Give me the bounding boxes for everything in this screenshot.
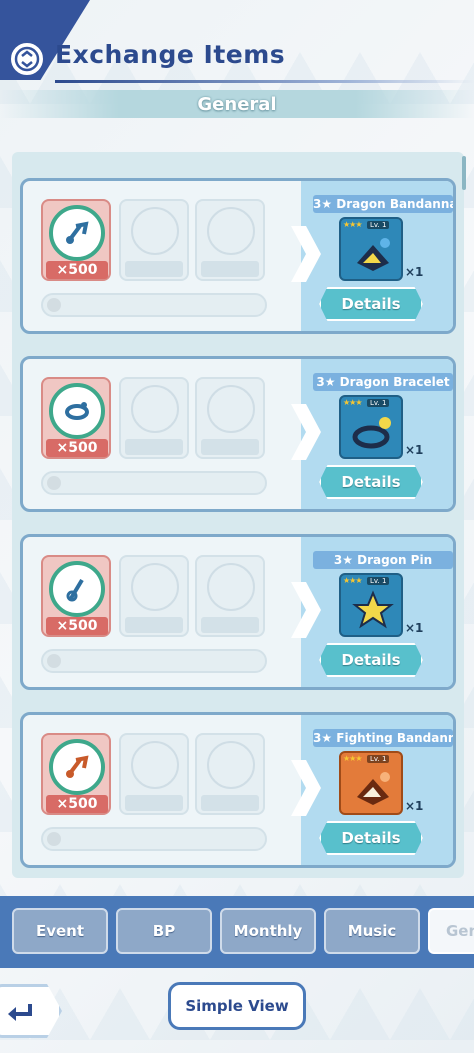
- details-button[interactable]: Details: [319, 465, 423, 499]
- reward-level: Lv. 1: [367, 221, 390, 229]
- star-rating-icon: ★★★: [343, 220, 362, 229]
- pin-icon: [352, 590, 394, 629]
- reward-item[interactable]: ★★★ Lv. 1: [339, 395, 403, 459]
- reward-name: 3★ Dragon Bracelet: [313, 373, 453, 391]
- reward-item[interactable]: ★★★ Lv. 1: [339, 217, 403, 281]
- tab-general[interactable]: Gen: [428, 908, 474, 954]
- page-title: Exchange Items: [55, 40, 286, 69]
- progress-bar: [41, 827, 267, 851]
- exchange-icon: [8, 40, 46, 78]
- exchange-card: ×500 3★ Dragon Bandanna ★★★ Lv. 1 ×1 Det…: [20, 178, 456, 334]
- cost-quantity: ×500: [46, 795, 108, 813]
- bottom-bar: Simple View: [0, 968, 474, 1053]
- empty-slot: [195, 733, 265, 815]
- exchange-ticket-icon: [49, 739, 105, 795]
- progress-bar: [41, 293, 267, 317]
- star-rating-icon: ★★★: [343, 754, 362, 763]
- reward-level: Lv. 1: [367, 755, 390, 763]
- reward-count: ×1: [405, 621, 424, 635]
- empty-slot: [119, 733, 189, 815]
- list-scrollbar[interactable]: [462, 156, 466, 190]
- empty-slot: [119, 555, 189, 637]
- cost-slot[interactable]: ×500: [41, 377, 111, 459]
- cost-slot[interactable]: ×500: [41, 733, 111, 815]
- category-label: General: [197, 93, 277, 115]
- reward-item[interactable]: ★★★ Lv. 1: [339, 751, 403, 815]
- exchange-ticket-icon: [49, 205, 105, 261]
- exchange-card: ×500 3★ Fighting Bandanna ★★★ Lv. 1 ×1 D…: [20, 712, 456, 868]
- details-button[interactable]: Details: [319, 821, 423, 855]
- tab-bp[interactable]: BP: [116, 908, 212, 954]
- back-button[interactable]: [0, 984, 62, 1038]
- empty-slot: [195, 555, 265, 637]
- cost-quantity: ×500: [46, 617, 108, 635]
- empty-slot: [195, 377, 265, 459]
- exchange-ticket-icon: [49, 561, 105, 617]
- reward-name: 3★ Dragon Bandanna: [313, 195, 453, 213]
- bandanna-icon: [357, 238, 390, 271]
- cost-quantity: ×500: [46, 439, 108, 457]
- cost-slot[interactable]: ×500: [41, 199, 111, 281]
- simple-view-button[interactable]: Simple View: [168, 982, 306, 1030]
- progress-bar: [41, 471, 267, 495]
- title-underline: [55, 80, 474, 83]
- cost-quantity: ×500: [46, 261, 108, 279]
- cost-slot[interactable]: ×500: [41, 555, 111, 637]
- empty-slot: [195, 199, 265, 281]
- category-banner: General: [0, 90, 474, 118]
- reward-count: ×1: [405, 443, 424, 457]
- reward-level: Lv. 1: [367, 577, 390, 585]
- reward-count: ×1: [405, 799, 424, 813]
- reward-item[interactable]: ★★★ Lv. 1: [339, 573, 403, 637]
- exchange-ticket-icon: [49, 383, 105, 439]
- category-tab-bar: Event BP Monthly Music Gen: [0, 896, 474, 968]
- bracelet-icon: [352, 417, 391, 449]
- details-button[interactable]: Details: [319, 643, 423, 677]
- reward-name: 3★ Dragon Pin: [313, 551, 453, 569]
- exchange-card: ×500 3★ Dragon Bracelet ★★★ Lv. 1 ×1 Det…: [20, 356, 456, 512]
- reward-count: ×1: [405, 265, 424, 279]
- exchange-card: ×500 3★ Dragon Pin ★★★ Lv. 1 ×1 Details: [20, 534, 456, 690]
- tab-monthly[interactable]: Monthly: [220, 908, 316, 954]
- empty-slot: [119, 199, 189, 281]
- reward-name: 3★ Fighting Bandanna: [313, 729, 453, 747]
- back-arrow-icon: [8, 1004, 32, 1021]
- star-rating-icon: ★★★: [343, 398, 362, 407]
- empty-slot: [119, 377, 189, 459]
- reward-level: Lv. 1: [367, 399, 390, 407]
- tab-music[interactable]: Music: [324, 908, 420, 954]
- star-rating-icon: ★★★: [343, 576, 362, 585]
- progress-bar: [41, 649, 267, 673]
- bandanna-icon: [357, 772, 390, 805]
- tab-event[interactable]: Event: [12, 908, 108, 954]
- details-button[interactable]: Details: [319, 287, 423, 321]
